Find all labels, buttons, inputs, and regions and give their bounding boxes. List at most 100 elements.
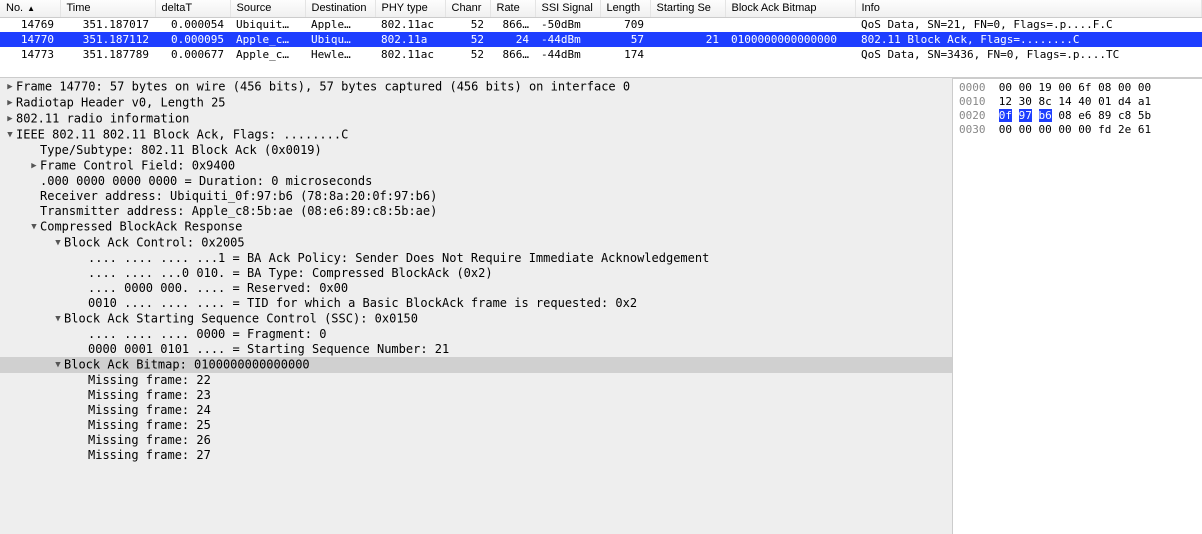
hex-byte[interactable]: 61 xyxy=(1138,123,1151,136)
cell: 0.000054 xyxy=(155,17,230,32)
hex-byte[interactable]: b6 xyxy=(1039,109,1052,122)
column-header-no-[interactable]: No.▲ xyxy=(0,0,60,17)
column-header-chanr[interactable]: Chanr xyxy=(445,0,490,17)
hex-byte[interactable]: 00 xyxy=(1019,81,1032,94)
hex-byte[interactable]: 12 xyxy=(999,95,1012,108)
disclosure-closed-icon[interactable] xyxy=(28,158,40,174)
packet-details-pane[interactable]: Frame 14770: 57 bytes on wire (456 bits)… xyxy=(0,78,952,534)
column-header-source[interactable]: Source xyxy=(230,0,305,17)
packet-row[interactable]: 14773351.1877890.000677Apple_c…Hewle…802… xyxy=(0,47,1202,62)
cell: 14769 xyxy=(0,17,60,32)
hex-row[interactable]: 0010 12 30 8c 14 40 01 d4 a1 xyxy=(953,95,1202,109)
packet-row[interactable]: 14770351.1871120.000095Apple_c…Ubiqu…802… xyxy=(0,32,1202,47)
tree-node-label: Radiotap Header v0, Length 25 xyxy=(16,96,226,110)
packet-list-table[interactable]: No.▲TimedeltaTSourceDestinationPHY typeC… xyxy=(0,0,1202,62)
disclosure-open-icon[interactable] xyxy=(52,235,64,251)
hex-byte[interactable]: 08 xyxy=(1098,81,1111,94)
hex-byte[interactable]: 2e xyxy=(1118,123,1131,136)
hex-byte[interactable]: 19 xyxy=(1039,81,1052,94)
tree-node-label: 802.11 radio information xyxy=(16,112,189,126)
disclosure-open-icon[interactable] xyxy=(28,219,40,235)
disclosure-closed-icon[interactable] xyxy=(4,95,16,111)
hex-byte[interactable]: e6 xyxy=(1078,109,1091,122)
column-header-starting-se[interactable]: Starting Se xyxy=(650,0,725,17)
column-header-block-ack-bitmap[interactable]: Block Ack Bitmap xyxy=(725,0,855,17)
tree-node[interactable]: Radiotap Header v0, Length 25 xyxy=(0,95,952,111)
tree-node[interactable]: IEEE 802.11 802.11 Block Ack, Flags: ...… xyxy=(0,127,952,143)
hex-byte[interactable]: 00 xyxy=(1138,81,1151,94)
cell: QoS Data, SN=3436, FN=0, Flags=.p....TC xyxy=(855,47,1202,62)
cell: Apple_c… xyxy=(230,47,305,62)
hex-byte[interactable]: 97 xyxy=(1019,109,1032,122)
column-header-info[interactable]: Info xyxy=(855,0,1202,17)
hex-byte[interactable]: 01 xyxy=(1098,95,1111,108)
cell: 52 xyxy=(445,32,490,47)
hex-byte[interactable]: 00 xyxy=(1118,81,1131,94)
hex-byte[interactable]: 89 xyxy=(1098,109,1111,122)
tree-node[interactable]: Block Ack Starting Sequence Control (SSC… xyxy=(0,311,952,327)
hex-byte[interactable]: 30 xyxy=(1019,95,1032,108)
hex-offset: 0020 xyxy=(959,109,986,122)
tree-node[interactable]: Block Ack Bitmap: 0100000000000000 xyxy=(0,357,952,373)
hex-byte[interactable]: 00 xyxy=(999,81,1012,94)
hex-byte[interactable]: 08 xyxy=(1058,109,1071,122)
tree-node-label: Type/Subtype: 802.11 Block Ack (0x0019) xyxy=(40,143,322,157)
hex-byte[interactable]: 00 xyxy=(1019,123,1032,136)
column-header-ssi-signal[interactable]: SSI Signal xyxy=(535,0,600,17)
disclosure-open-icon[interactable] xyxy=(52,357,64,373)
packet-bytes-pane[interactable]: 00 00 00 00 19 00 6f 08 00 00 0010 12 30 … xyxy=(952,78,1202,534)
disclosure-open-icon[interactable] xyxy=(52,311,64,327)
cell: -50dBm xyxy=(535,17,600,32)
packet-list-header-row[interactable]: No.▲TimedeltaTSourceDestinationPHY typeC… xyxy=(0,0,1202,17)
hex-byte[interactable]: d4 xyxy=(1118,95,1131,108)
column-header-rate[interactable]: Rate xyxy=(490,0,535,17)
hex-byte[interactable]: 0f xyxy=(999,109,1012,122)
column-header-length[interactable]: Length xyxy=(600,0,650,17)
tree-node[interactable]: Compressed BlockAck Response xyxy=(0,219,952,235)
tree-node[interactable]: 802.11 radio information xyxy=(0,111,952,127)
hex-byte[interactable]: c8 xyxy=(1118,109,1131,122)
indent-spacer xyxy=(76,418,88,433)
disclosure-open-icon[interactable] xyxy=(4,127,16,143)
cell: 709 xyxy=(600,17,650,32)
column-header-phy-type[interactable]: PHY type xyxy=(375,0,445,17)
tree-node[interactable]: Frame Control Field: 0x9400 xyxy=(0,158,952,174)
hex-byte[interactable]: fd xyxy=(1098,123,1111,136)
tree-node: Missing frame: 26 xyxy=(0,433,952,448)
indent-spacer xyxy=(28,143,40,158)
column-header-destination[interactable]: Destination xyxy=(305,0,375,17)
tree-node-label: Missing frame: 24 xyxy=(88,403,211,417)
disclosure-closed-icon[interactable] xyxy=(4,79,16,95)
tree-node: Missing frame: 24 xyxy=(0,403,952,418)
cell: 0.000677 xyxy=(155,47,230,62)
packet-row[interactable]: 14769351.1870170.000054Ubiquit…Apple…802… xyxy=(0,17,1202,32)
tree-node[interactable]: Frame 14770: 57 bytes on wire (456 bits)… xyxy=(0,79,952,95)
indent-spacer xyxy=(28,204,40,219)
column-header-deltat[interactable]: deltaT xyxy=(155,0,230,17)
tree-node[interactable]: Block Ack Control: 0x2005 xyxy=(0,235,952,251)
tree-node-label: Missing frame: 27 xyxy=(88,448,211,462)
packet-list-pane[interactable]: No.▲TimedeltaTSourceDestinationPHY typeC… xyxy=(0,0,1202,78)
disclosure-closed-icon[interactable] xyxy=(4,111,16,127)
hex-byte[interactable]: 00 xyxy=(1058,81,1071,94)
tree-node-label: Missing frame: 22 xyxy=(88,373,211,387)
indent-spacer xyxy=(28,189,40,204)
hex-row[interactable]: 0030 00 00 00 00 00 fd 2e 61 xyxy=(953,123,1202,137)
hex-byte[interactable]: 8c xyxy=(1039,95,1052,108)
hex-byte[interactable]: 40 xyxy=(1078,95,1091,108)
hex-row[interactable]: 0020 0f 97 b6 08 e6 89 c8 5b xyxy=(953,109,1202,123)
cell: -44dBm xyxy=(535,32,600,47)
column-header-time[interactable]: Time xyxy=(60,0,155,17)
tree-node: .... .... .... 0000 = Fragment: 0 xyxy=(0,327,952,342)
hex-byte[interactable]: 00 xyxy=(1039,123,1052,136)
cell: 24 xyxy=(490,32,535,47)
hex-byte[interactable]: a1 xyxy=(1138,95,1151,108)
cell: 866… xyxy=(490,47,535,62)
hex-byte[interactable]: 00 xyxy=(1078,123,1091,136)
hex-row[interactable]: 0000 00 00 19 00 6f 08 00 00 xyxy=(953,78,1202,95)
hex-byte[interactable]: 00 xyxy=(999,123,1012,136)
hex-byte[interactable]: 14 xyxy=(1058,95,1071,108)
hex-byte[interactable]: 6f xyxy=(1078,81,1091,94)
hex-byte[interactable]: 00 xyxy=(1058,123,1071,136)
hex-byte[interactable]: 5b xyxy=(1138,109,1151,122)
